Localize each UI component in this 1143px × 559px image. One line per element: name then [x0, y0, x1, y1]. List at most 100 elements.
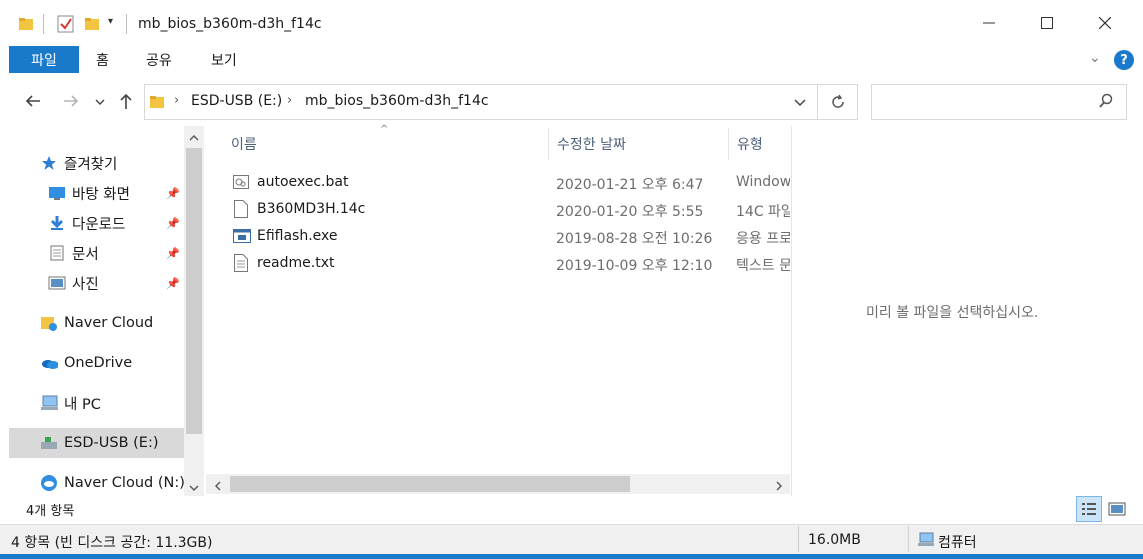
file-date: 2019-10-09 오후 12:10 [556, 258, 713, 274]
customize-toolbar-chevron-icon[interactable]: ▾ [108, 16, 113, 27]
tab-view[interactable]: 보기 [211, 46, 237, 73]
address-folder-icon [149, 94, 165, 114]
computer-icon [917, 532, 935, 552]
maximize-button[interactable] [1018, 0, 1076, 46]
large-icons-view-button[interactable] [1104, 496, 1130, 522]
tab-home[interactable]: 홈 [96, 46, 109, 73]
breadcrumb-chevron-icon[interactable]: › [287, 93, 292, 108]
file-row[interactable]: Efiflash.exe 2019-08-28 오전 10:26 응용 프로 [206, 224, 790, 250]
nav-item-label: Naver Cloud (N:) [64, 475, 185, 491]
details-view-button[interactable] [1076, 496, 1102, 522]
minimize-icon [983, 22, 995, 24]
forward-arrow-icon[interactable] [62, 92, 80, 115]
status-location: 컴퓨터 [938, 535, 977, 551]
file-date: 2019-08-28 오전 10:26 [556, 231, 713, 247]
file-name: autoexec.bat [257, 174, 349, 190]
nav-scrollbar-thumb[interactable] [186, 148, 202, 434]
scroll-up-icon[interactable] [189, 130, 199, 146]
nav-item-label: 사진 [72, 276, 99, 293]
nav-item-label: 바탕 화면 [72, 186, 130, 203]
onedrive-icon [40, 354, 58, 372]
file-icon [234, 200, 250, 218]
breadcrumb-chevron-icon[interactable]: › [174, 93, 179, 108]
tab-file[interactable]: 파일 [9, 46, 79, 73]
refresh-button[interactable] [818, 84, 858, 120]
file-date: 2020-01-21 오후 6:47 [556, 177, 704, 193]
file-row[interactable]: B360MD3H.14c 2020-01-20 오후 5:55 14C 파일 [206, 197, 790, 223]
breadcrumb-drive[interactable]: ESD-USB (E:) [191, 93, 282, 109]
nav-quick-access[interactable]: 즐겨찾기 [0, 148, 184, 178]
desktop-icon [48, 184, 66, 202]
search-icon[interactable] [1098, 93, 1114, 113]
nav-item-label: 즐겨찾기 [64, 156, 118, 173]
minimize-button[interactable] [960, 0, 1018, 46]
taskbar-edge [0, 554, 1143, 559]
recent-locations-chevron-icon[interactable] [95, 96, 105, 109]
nav-esd-usb[interactable]: ESD-USB (E:) [9, 428, 185, 458]
nav-downloads[interactable]: 다운로드 📌 [0, 208, 184, 238]
expand-ribbon-chevron-icon[interactable]: ⌄ [1089, 50, 1101, 66]
item-count: 4개 항목 [26, 504, 75, 519]
pictures-icon [48, 274, 66, 292]
file-list-scrollbar-thumb[interactable] [230, 476, 630, 492]
nav-item-label: Naver Cloud [64, 315, 154, 331]
pin-icon[interactable]: 📌 [166, 247, 180, 260]
pin-icon[interactable]: 📌 [166, 217, 180, 230]
nav-naver-cloud-drive[interactable]: Naver Cloud (N:) [0, 468, 185, 498]
breadcrumb-folder[interactable]: mb_bios_b360m-d3h_f14c [305, 93, 489, 109]
status-divider [798, 526, 799, 552]
naver-cloud-drive-icon [40, 474, 58, 492]
pin-icon[interactable]: 📌 [166, 277, 180, 290]
nav-onedrive[interactable]: OneDrive [0, 348, 184, 378]
close-icon [1099, 17, 1111, 29]
title-separator [126, 14, 127, 34]
scroll-left-icon[interactable] [214, 479, 222, 495]
file-type: 응용 프로 [736, 231, 790, 247]
maximize-icon [1041, 17, 1053, 29]
properties-icon[interactable] [57, 15, 75, 37]
nav-desktop[interactable]: 바탕 화면 📌 [0, 178, 184, 208]
new-folder-icon[interactable] [84, 16, 100, 36]
back-arrow-icon[interactable] [24, 92, 42, 115]
column-header-type[interactable]: 유형 [737, 134, 763, 154]
quick-access-separator [43, 14, 44, 34]
nav-item-label: 다운로드 [72, 216, 126, 233]
nav-item-label: OneDrive [64, 355, 133, 371]
file-row[interactable]: readme.txt 2019-10-09 오후 12:10 텍스트 문 [206, 251, 790, 277]
sort-ascending-icon: ^ [380, 124, 389, 135]
column-header-name[interactable]: 이름 [231, 134, 257, 154]
naver-cloud-folder-icon [40, 314, 58, 332]
pin-icon[interactable]: 📌 [166, 187, 180, 200]
search-input[interactable] [871, 84, 1127, 120]
address-history-chevron-icon[interactable] [793, 96, 807, 112]
file-row[interactable]: autoexec.bat 2020-01-21 오후 6:47 Windows [206, 170, 790, 196]
nav-item-label: 문서 [72, 246, 99, 263]
column-divider[interactable] [548, 128, 549, 160]
document-icon [48, 244, 66, 262]
file-name: B360MD3H.14c [257, 201, 366, 217]
details-view-icon [1082, 503, 1096, 515]
text-file-icon [234, 254, 250, 272]
column-divider[interactable] [728, 128, 729, 160]
file-type: 14C 파일 [736, 204, 790, 220]
scroll-right-icon[interactable] [775, 479, 783, 495]
file-type: 텍스트 문 [736, 258, 790, 274]
column-header-date[interactable]: 수정한 날짜 [557, 134, 626, 154]
batch-file-icon [233, 174, 249, 192]
preview-message: 미리 볼 파일을 선택하십시오. [866, 305, 1039, 321]
file-name: readme.txt [257, 255, 335, 271]
nav-documents[interactable]: 문서 📌 [0, 238, 184, 268]
nav-naver-cloud[interactable]: Naver Cloud [0, 308, 184, 338]
tab-share[interactable]: 공유 [146, 46, 172, 73]
download-icon [48, 214, 66, 232]
help-button[interactable]: ? [1114, 50, 1134, 70]
file-date: 2020-01-20 오후 5:55 [556, 204, 704, 220]
close-button[interactable] [1076, 0, 1134, 46]
preview-divider[interactable] [791, 126, 792, 496]
scroll-down-icon[interactable] [189, 480, 199, 496]
nav-pictures[interactable]: 사진 📌 [0, 268, 184, 298]
up-arrow-icon[interactable] [118, 92, 134, 115]
folder-icon [18, 16, 34, 36]
status-size: 16.0MB [808, 532, 861, 548]
nav-this-pc[interactable]: 내 PC [0, 388, 184, 418]
